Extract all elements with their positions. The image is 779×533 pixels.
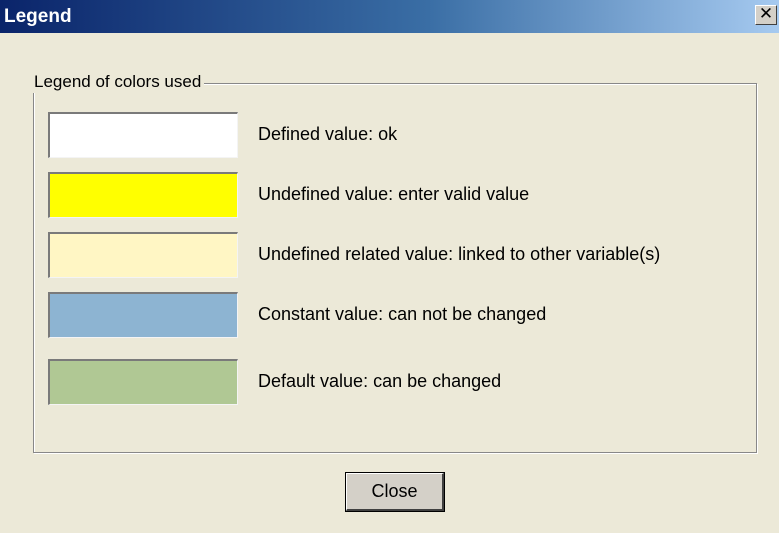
- close-icon[interactable]: ✕: [755, 5, 777, 25]
- legend-label-default: Default value: can be changed: [258, 371, 502, 391]
- legend-row-defined: Defined value: ok: [48, 112, 748, 158]
- window-title: Legend: [4, 6, 72, 27]
- color-swatch-undefined-related: [48, 232, 238, 278]
- legend-label-undefined: Undefined value: enter valid value: [258, 184, 530, 204]
- legend-row-default: Default value: can be changed: [48, 359, 748, 405]
- legend-row-undefined-related: Undefined related value: linked to other…: [48, 232, 748, 278]
- legend-label-undefined-related: Undefined related value: linked to other…: [258, 244, 661, 264]
- color-swatch-defined: [48, 112, 238, 158]
- groupbox-title: Legend of colors used: [32, 71, 205, 93]
- legend-row-undefined: Undefined value: enter valid value: [48, 172, 748, 218]
- close-button[interactable]: Close: [345, 472, 445, 512]
- legend-label-constant: Constant value: can not be changed: [258, 304, 547, 324]
- color-swatch-default: [48, 359, 238, 405]
- legend-dialog: Legend ✕ Legend of colors used Defined v…: [0, 0, 779, 533]
- color-swatch-undefined: [48, 172, 238, 218]
- legend-label-defined: Defined value: ok: [258, 124, 398, 144]
- title-bar[interactable]: Legend ✕: [0, 0, 779, 33]
- color-swatch-constant: [48, 292, 238, 338]
- legend-row-constant: Constant value: can not be changed: [48, 292, 748, 338]
